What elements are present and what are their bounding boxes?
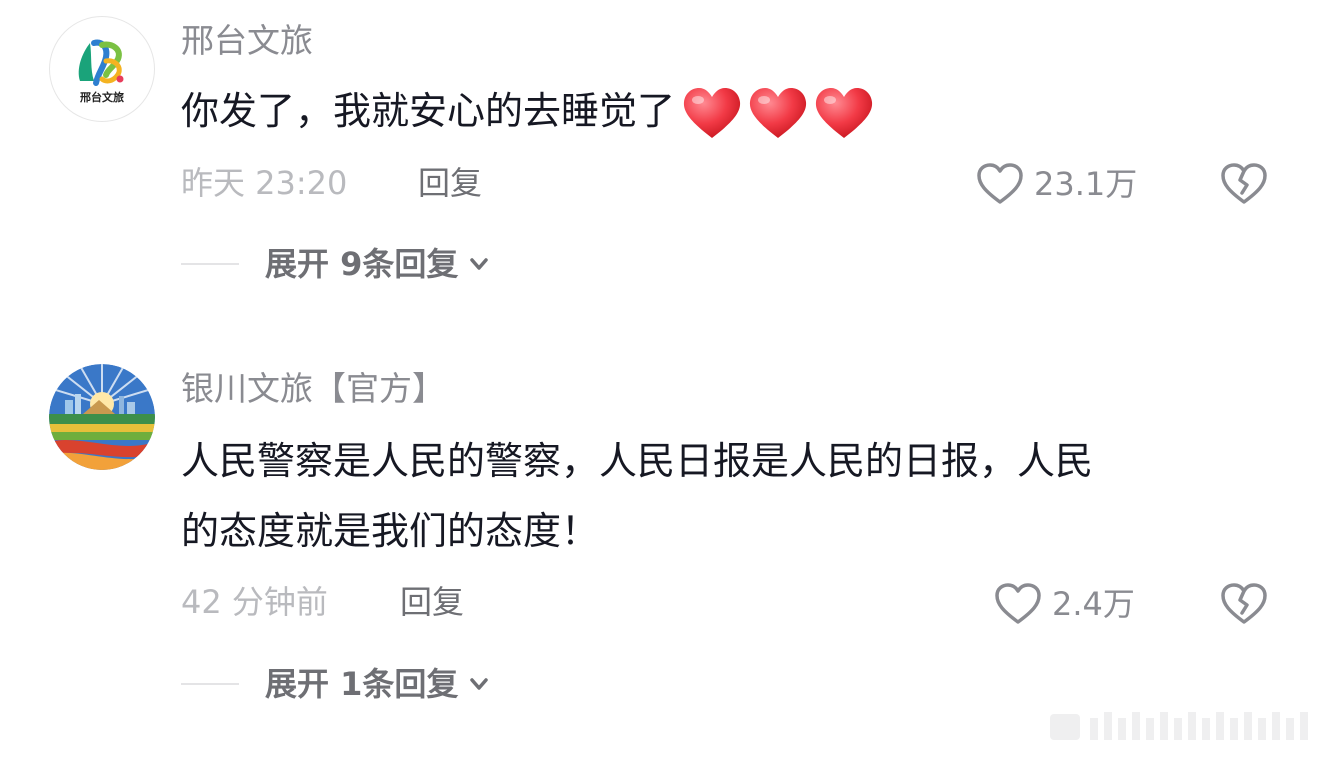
red-heart-icon xyxy=(749,87,807,138)
avatar[interactable] xyxy=(49,364,155,470)
dislike-button[interactable] xyxy=(1220,162,1268,210)
username[interactable]: 银川文旅【官方】 xyxy=(181,372,445,405)
emoji-group xyxy=(681,86,875,142)
comment-time: 昨天 23:20 xyxy=(181,164,348,202)
comment-time: 42 分钟前 xyxy=(181,583,328,621)
like-button[interactable]: 2.4万 xyxy=(994,582,1135,626)
avatar[interactable]: 邢台文旅 xyxy=(49,16,155,122)
heart-outline-icon xyxy=(995,583,1041,624)
broken-heart-outline-icon xyxy=(1221,583,1267,624)
divider-line xyxy=(181,263,239,265)
comment-text: 人民警察是人民的警察，人民日报是人民的日报，人民 的态度就是我们的态度！ xyxy=(181,426,1261,566)
comment-text: 你发了，我就安心的去睡觉了 xyxy=(181,76,1261,146)
like-count: 2.4万 xyxy=(1052,585,1135,623)
expand-replies-button[interactable]: 展开 1条回复 xyxy=(181,668,492,700)
red-heart-icon xyxy=(683,87,741,138)
xingtai-logo-icon: 邢台文旅 xyxy=(78,39,124,104)
expand-replies-button[interactable]: 展开 9条回复 xyxy=(181,248,492,280)
comment-text-line: 的态度就是我们的态度！ xyxy=(181,509,600,553)
expand-replies-label: 展开 1条回复 xyxy=(265,665,459,703)
watermark xyxy=(1050,708,1312,744)
yinchuan-logo-icon xyxy=(49,364,155,470)
svg-text:邢台文旅: 邢台文旅 xyxy=(79,90,124,104)
like-button[interactable]: 23.1万 xyxy=(976,162,1137,206)
like-count: 23.1万 xyxy=(1034,165,1138,203)
red-heart-icon xyxy=(815,87,873,138)
reply-button[interactable]: 回复 xyxy=(418,167,482,199)
expand-replies-label: 展开 9条回复 xyxy=(265,245,459,283)
heart-outline-icon xyxy=(977,163,1023,204)
broken-heart-outline-icon xyxy=(1221,163,1267,204)
divider-line xyxy=(181,683,239,685)
chevron-down-icon xyxy=(466,251,492,277)
reply-button[interactable]: 回复 xyxy=(400,586,464,618)
dislike-button[interactable] xyxy=(1220,582,1268,630)
comment-text-line: 人民警察是人民的警察，人民日报是人民的日报，人民 xyxy=(181,439,1094,483)
chevron-down-icon xyxy=(466,671,492,697)
username[interactable]: 邢台文旅 xyxy=(181,24,313,57)
comment-text-content: 你发了，我就安心的去睡觉了 xyxy=(181,89,676,133)
